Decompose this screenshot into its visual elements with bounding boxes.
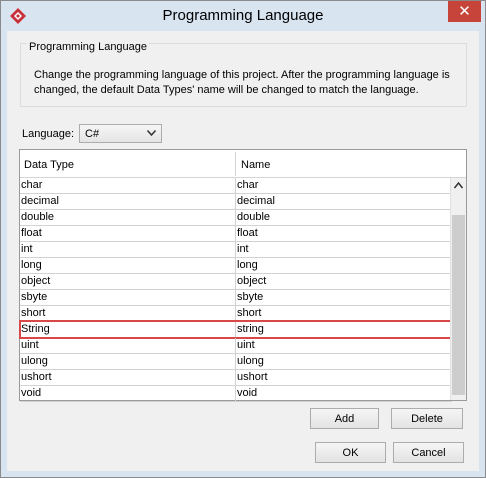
name-cell[interactable]: int [236,242,452,258]
data-type-cell[interactable]: float [20,226,236,242]
data-type-cell[interactable]: ulong [20,354,236,370]
ok-button[interactable]: OK [315,442,386,463]
language-label: Language: [22,128,74,140]
data-type-cell[interactable]: ushort [20,370,236,386]
name-cell[interactable]: decimal [236,194,452,210]
data-type-table: Data Type Name char char decimal decimal d… [19,149,467,402]
chevron-down-icon [147,130,156,136]
group-title: Programming Language [27,41,150,53]
table-row[interactable]: int int [20,242,452,258]
chevron-up-icon[interactable] [454,182,463,189]
language-selected-value: C# [85,128,100,140]
dialog-content: Programming Language Change the programm… [7,31,479,471]
data-type-cell[interactable]: char [20,178,236,194]
name-cell[interactable]: char [236,178,452,194]
table-header: Data Type Name [20,150,466,178]
title-bar[interactable]: Programming Language ✕ [1,1,485,31]
name-cell[interactable]: uint [236,338,452,354]
table-row[interactable]: object object [20,274,452,290]
table-body: char char decimal decimal double double flo… [19,178,453,402]
name-cell[interactable]: void [236,386,452,402]
delete-button[interactable]: Delete [391,408,463,429]
close-icon: ✕ [458,3,471,20]
name-cell[interactable]: object [236,274,452,290]
programming-language-dialog: Programming Language ✕ Programming Langu… [0,0,486,478]
table-row[interactable]: double double [20,210,452,226]
name-cell[interactable]: float [236,226,452,242]
data-type-cell[interactable]: String [20,322,236,338]
column-header-data-type[interactable]: Data Type [24,159,74,171]
data-type-cell[interactable]: decimal [20,194,236,210]
table-row[interactable]: long long [20,258,452,274]
add-button[interactable]: Add [310,408,379,429]
column-divider [235,152,236,176]
data-type-cell[interactable]: int [20,242,236,258]
table-row[interactable]: sbyte sbyte [20,290,452,306]
name-cell[interactable]: string [236,322,452,338]
name-cell[interactable]: double [236,210,452,226]
table-row[interactable]: decimal decimal [20,194,452,210]
close-button[interactable]: ✕ [448,1,481,22]
name-cell[interactable]: ushort [236,370,452,386]
table-row[interactable]: ushort ushort [20,370,452,386]
data-type-cell[interactable]: object [20,274,236,290]
table-row[interactable]: char char [20,178,452,194]
column-header-name[interactable]: Name [241,159,270,171]
table-row[interactable]: ulong ulong [20,354,452,370]
vertical-scrollbar[interactable] [450,178,466,400]
cancel-button[interactable]: Cancel [393,442,464,463]
data-type-cell[interactable]: long [20,258,236,274]
data-type-cell[interactable]: double [20,210,236,226]
language-dropdown[interactable]: C# [79,124,162,143]
table-row[interactable]: uint uint [20,338,452,354]
scrollbar-thumb[interactable] [452,215,465,395]
group-description: Change the programming language of this … [34,69,450,96]
window-title: Programming Language [162,7,324,24]
name-cell[interactable]: ulong [236,354,452,370]
description-group: Programming Language Change the programm… [20,41,467,107]
data-type-cell[interactable]: sbyte [20,290,236,306]
table-row[interactable]: void void [20,386,452,402]
name-cell[interactable]: sbyte [236,290,452,306]
name-cell[interactable]: long [236,258,452,274]
data-type-cell[interactable]: void [20,386,236,402]
table-row[interactable]: float float [20,226,452,242]
data-type-cell[interactable]: uint [20,338,236,354]
table-row-highlighted[interactable]: String string [19,320,453,339]
